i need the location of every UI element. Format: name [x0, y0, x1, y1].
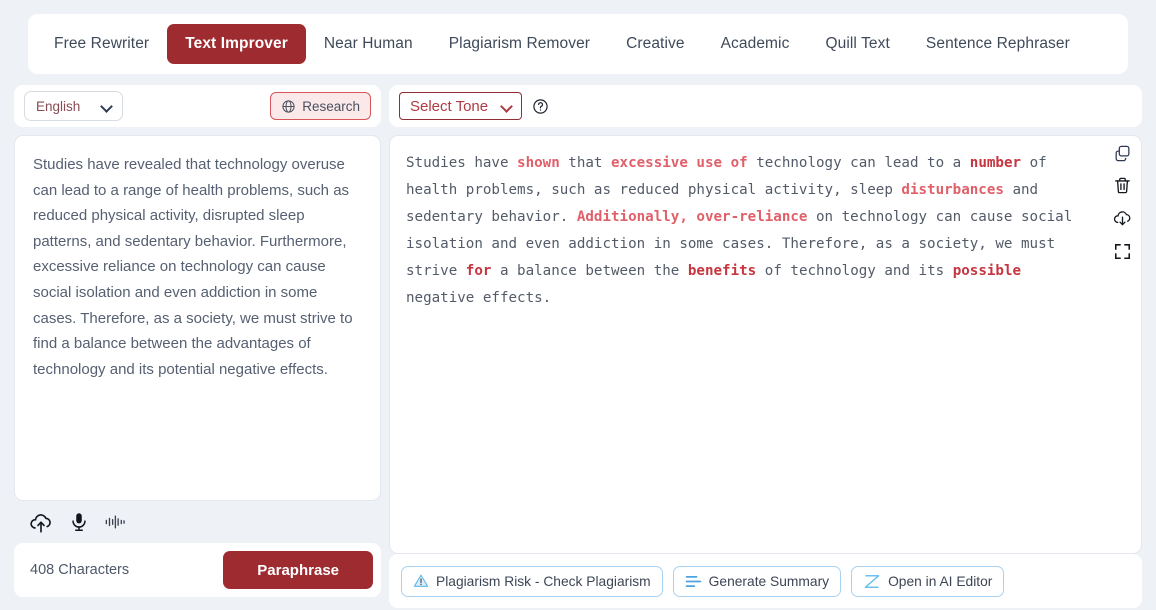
character-count: 408 Characters — [30, 562, 130, 578]
tab-quill-text[interactable]: Quill Text — [807, 24, 907, 64]
input-footer: 408 Characters Paraphrase — [14, 543, 381, 597]
output-text: Studies have shown that excessive use of… — [406, 155, 1081, 306]
check-plagiarism-button[interactable]: Plagiarism Risk - Check Plagiarism — [401, 565, 663, 597]
input-media-tools — [14, 501, 381, 543]
generate-summary-button[interactable]: Generate Summary — [672, 565, 842, 597]
language-select[interactable]: English — [24, 91, 124, 121]
tab-bar: Free Rewriter Text Improver Near Human P… — [28, 14, 1128, 74]
check-plagiarism-label: Plagiarism Risk - Check Plagiarism — [436, 573, 651, 589]
output-action-rail — [1112, 144, 1133, 261]
research-button[interactable]: Research — [270, 92, 371, 120]
input-toolbar: English Research — [14, 85, 381, 127]
tab-near-human[interactable]: Near Human — [306, 24, 431, 64]
output-toolbar: Select Tone — [389, 85, 1142, 127]
output-panel: Select Tone Studies have shown that exce… — [389, 85, 1142, 608]
waveform-icon[interactable] — [104, 512, 126, 532]
cloud-upload-icon[interactable] — [28, 509, 54, 535]
tab-free-rewriter[interactable]: Free Rewriter — [36, 24, 167, 64]
cloud-download-icon[interactable] — [1112, 208, 1133, 229]
tab-plagiarism-remover[interactable]: Plagiarism Remover — [431, 24, 608, 64]
globe-icon — [281, 99, 296, 114]
chevron-down-icon — [502, 101, 513, 112]
copy-icon[interactable] — [1113, 144, 1132, 163]
open-ai-editor-label: Open in AI Editor — [888, 573, 993, 589]
tone-select-label: Select Tone — [410, 97, 489, 115]
input-text: Studies have revealed that technology ov… — [33, 156, 353, 378]
paraphrase-button[interactable]: Paraphrase — [223, 551, 373, 589]
output-footer: Plagiarism Risk - Check Plagiarism Gener… — [389, 554, 1142, 608]
input-panel: English Research Studies have revealed t… — [14, 85, 381, 597]
chevron-down-icon — [102, 101, 113, 112]
tab-sentence-rephraser[interactable]: Sentence Rephraser — [908, 24, 1088, 64]
research-button-label: Research — [302, 98, 360, 114]
trash-icon[interactable] — [1113, 176, 1132, 195]
language-select-label: English — [36, 98, 81, 114]
input-textarea[interactable]: Studies have revealed that technology ov… — [14, 135, 381, 501]
microphone-icon[interactable] — [68, 510, 90, 534]
tab-academic[interactable]: Academic — [703, 24, 808, 64]
generate-summary-label: Generate Summary — [708, 573, 830, 589]
open-ai-editor-button[interactable]: Open in AI Editor — [851, 565, 1005, 597]
warning-triangle-icon — [413, 573, 429, 589]
summary-lines-icon — [685, 574, 702, 589]
output-textarea[interactable]: Studies have shown that excessive use of… — [389, 135, 1142, 554]
ai-editor-icon — [863, 574, 881, 589]
fullscreen-icon[interactable] — [1113, 242, 1132, 261]
tab-creative[interactable]: Creative — [608, 24, 703, 64]
tone-select[interactable]: Select Tone — [399, 92, 523, 120]
question-circle-icon[interactable] — [532, 98, 549, 115]
tab-text-improver[interactable]: Text Improver — [167, 24, 306, 64]
